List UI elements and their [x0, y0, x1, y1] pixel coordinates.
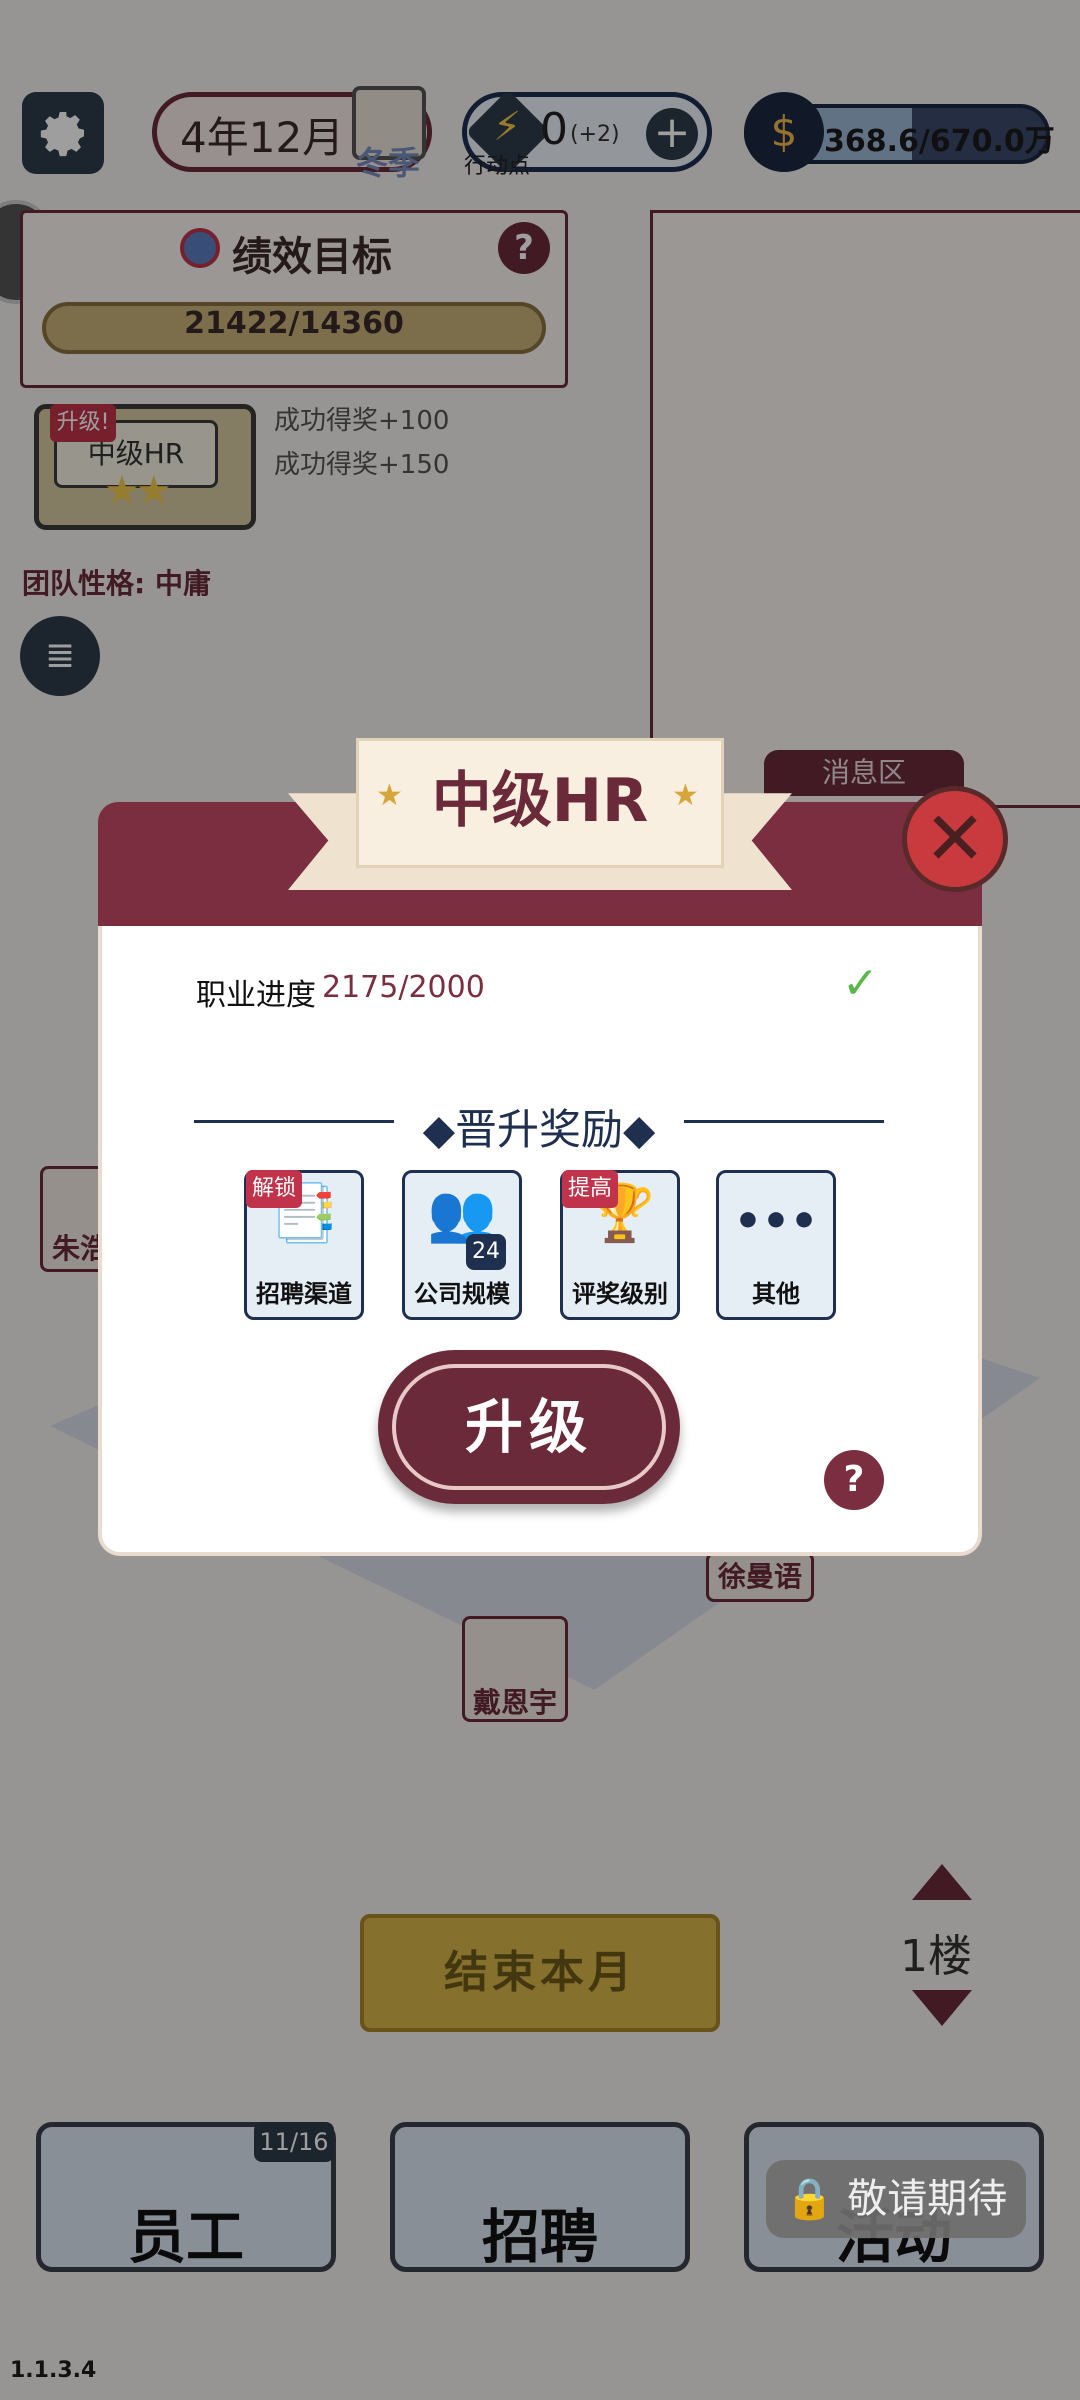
divider [684, 1120, 884, 1123]
reward-tag: 解锁 [246, 1170, 303, 1208]
reward-label: 评奖级别 [572, 1280, 668, 1308]
check-icon: ✓ [842, 958, 879, 1009]
dialog-help-button[interactable]: ? [824, 1450, 884, 1510]
reward-tag: 提高 [562, 1170, 619, 1208]
company-size-value: 24 [466, 1234, 506, 1270]
career-progress-value: 2175/2000 [322, 970, 485, 1005]
promotion-rewards-title: ◆晋升奖励◆ [422, 1105, 656, 1154]
coming-soon-badge: 🔒 敬请期待 [766, 2160, 1026, 2238]
version-label: 1.1.3.4 [10, 2358, 97, 2383]
career-progress-label: 职业进度 [196, 978, 316, 1013]
divider [194, 1120, 394, 1123]
dialog-title: 中级HR [431, 766, 649, 836]
close-button[interactable]: ✕ [902, 786, 1008, 892]
reward-label: 公司规模 [414, 1280, 510, 1308]
reward-label: 招聘渠道 [256, 1280, 352, 1308]
upgrade-button-label[interactable]: 升级 [392, 1364, 666, 1490]
reward-label: 其他 [752, 1280, 800, 1308]
more-icon: ••• [733, 1196, 819, 1247]
